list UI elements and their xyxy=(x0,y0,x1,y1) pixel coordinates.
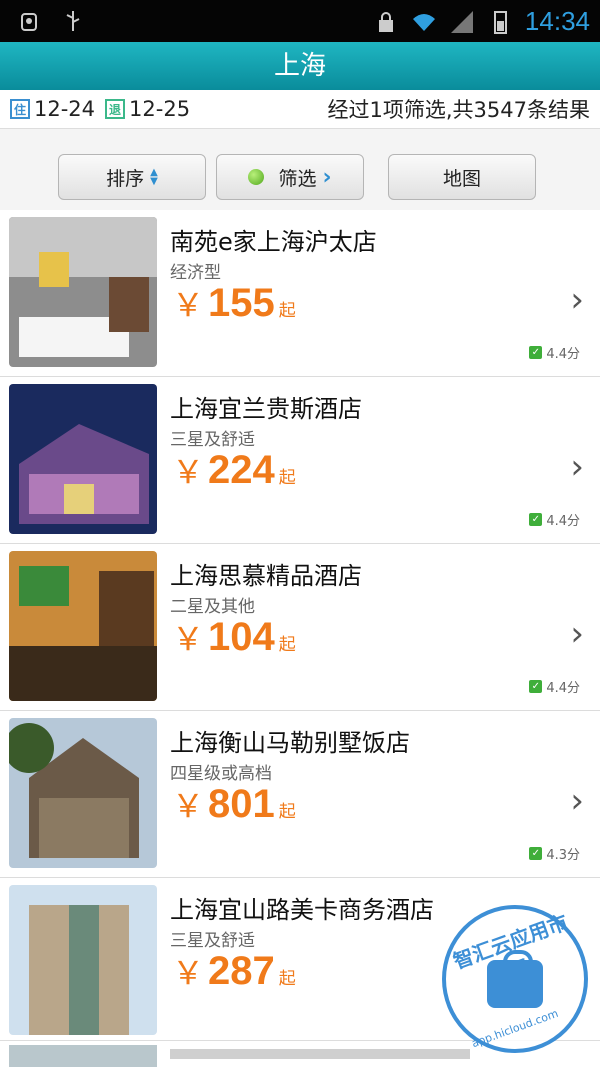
price-suffix: 起 xyxy=(278,969,296,988)
hotel-rating: ✓ 4.4分 xyxy=(529,510,580,529)
price-suffix: 起 xyxy=(278,301,296,320)
hotel-photo xyxy=(9,217,157,367)
hotel-name: 上海思慕精品酒店 xyxy=(170,562,362,590)
hotel-item[interactable]: 上海思慕精品酒店 二星及其他 ￥ 104 起 › ✓ 4.4分 xyxy=(0,544,600,711)
check-icon: ✓ xyxy=(529,847,543,860)
hotel-price: ￥ 104 起 xyxy=(172,614,296,660)
price-value: 104 xyxy=(208,615,275,659)
hotel-photo xyxy=(9,885,157,1035)
price-value: 155 xyxy=(208,281,275,325)
currency-symbol: ￥ xyxy=(172,621,205,657)
shopping-bag-icon xyxy=(487,950,543,1008)
hotel-name: 上海衡山马勒别墅饭店 xyxy=(170,729,410,757)
hotel-price: ￥ 224 起 xyxy=(172,447,296,493)
rating-value: 4.4分 xyxy=(546,514,580,529)
hotel-item[interactable]: 南苑e家上海沪太店 经济型 ￥ 155 起 › ✓ 4.4分 xyxy=(0,210,600,377)
check-icon: ✓ xyxy=(529,513,543,526)
hotel-rating: ✓ 4.3分 xyxy=(529,844,580,863)
hotel-name: 上海宜山路美卡商务酒店 xyxy=(170,896,434,924)
chevron-right-icon: › xyxy=(322,164,332,190)
lock-icon xyxy=(378,11,393,32)
hotel-photo xyxy=(9,1045,157,1067)
hotel-item[interactable]: 上海宜兰贵斯酒店 三星及舒适 ￥ 224 起 › ✓ 4.4分 xyxy=(0,377,600,544)
result-count: 经过1项筛选,共3547条结果 xyxy=(327,98,590,122)
hotel-photo xyxy=(9,384,157,534)
checkin-date[interactable]: 住 12-24 xyxy=(10,97,95,121)
chevron-right-icon: › xyxy=(570,614,584,654)
page-title: 上海 xyxy=(0,42,600,90)
hotel-name: 南苑e家上海沪太店 xyxy=(170,228,377,256)
filter-label: 筛选 xyxy=(278,167,317,190)
price-value: 224 xyxy=(208,448,275,492)
hotel-name: 上海宜兰贵斯酒店 xyxy=(170,395,362,423)
hotel-photo xyxy=(9,551,157,701)
chevron-right-icon: › xyxy=(570,447,584,487)
price-value: 801 xyxy=(208,782,275,826)
usb-icon xyxy=(66,11,80,31)
checkin-date-label: 12-24 xyxy=(34,97,96,121)
sort-label: 排序 xyxy=(106,167,145,190)
checkin-calendar-icon: 住 xyxy=(10,99,30,119)
clock: 14:34 xyxy=(524,6,590,36)
filter-active-icon xyxy=(248,169,265,185)
price-suffix: 起 xyxy=(278,635,296,654)
rating-value: 4.4分 xyxy=(546,681,580,696)
search-summary: 住 12-24 退 12-25 经过1项筛选,共3547条结果 xyxy=(0,90,600,129)
chevron-right-icon: › xyxy=(570,280,584,320)
android-debug-icon xyxy=(21,13,37,31)
price-value: 287 xyxy=(208,949,275,993)
hotel-name-placeholder xyxy=(170,1049,470,1059)
rating-value: 4.4分 xyxy=(546,347,580,362)
currency-symbol: ￥ xyxy=(172,788,205,824)
hotel-price: ￥ 801 起 xyxy=(172,781,296,827)
filter-button[interactable]: 筛选 › xyxy=(216,154,364,200)
watermark-logo: 智汇云应用市场 app.hicloud.com xyxy=(442,905,588,1053)
checkout-date-label: 12-25 xyxy=(129,97,191,121)
hotel-rating: ✓ 4.4分 xyxy=(529,343,580,362)
currency-symbol: ￥ xyxy=(172,287,205,323)
signal-icon xyxy=(450,10,473,33)
map-button[interactable]: 地图 xyxy=(388,154,536,200)
checkout-calendar-icon: 退 xyxy=(105,99,126,119)
hotel-rating: ✓ 4.4分 xyxy=(529,677,580,696)
currency-symbol: ￥ xyxy=(172,454,205,490)
price-suffix: 起 xyxy=(278,468,296,487)
check-icon: ✓ xyxy=(529,346,543,359)
hotel-price: ￥ 287 起 xyxy=(172,948,296,994)
sort-button[interactable]: 排序 ▲ ▼ xyxy=(58,154,206,200)
price-suffix: 起 xyxy=(278,802,296,821)
sort-arrows-icon: ▲ ▼ xyxy=(150,167,158,187)
status-bar: 14:34 xyxy=(0,0,600,42)
battery-icon xyxy=(493,10,507,34)
check-icon: ✓ xyxy=(529,680,543,693)
hotel-item[interactable]: 上海衡山马勒别墅饭店 四星级或高档 ￥ 801 起 › ✓ 4.3分 xyxy=(0,711,600,878)
hotel-photo xyxy=(9,718,157,868)
currency-symbol: ￥ xyxy=(172,955,205,991)
checkout-date[interactable]: 退 12-25 xyxy=(105,97,190,121)
hotel-price: ￥ 155 起 xyxy=(172,280,296,326)
map-label: 地图 xyxy=(442,167,481,190)
wifi-icon xyxy=(412,13,435,31)
chevron-right-icon: › xyxy=(570,781,584,821)
rating-value: 4.3分 xyxy=(546,848,580,863)
